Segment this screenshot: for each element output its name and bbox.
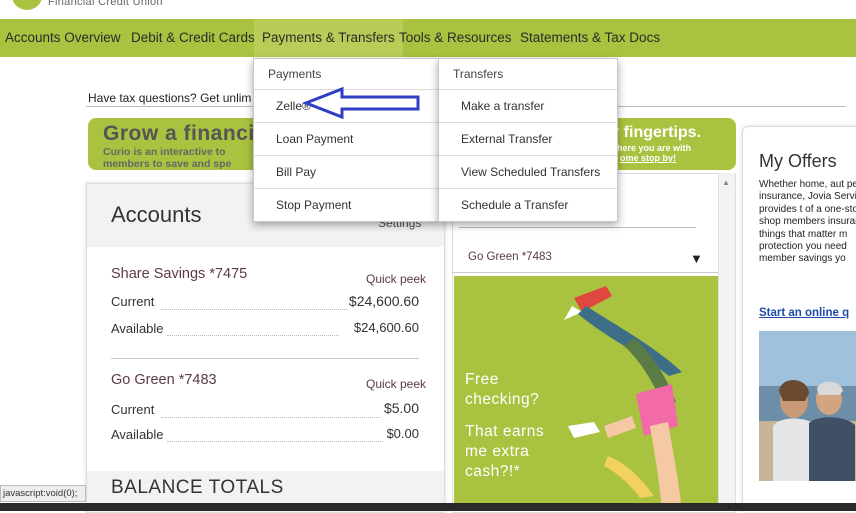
account-select-value: Go Green *7483	[468, 251, 552, 263]
promo-ad-free-checking[interactable]: Free checking? That earns me extra cash?…	[454, 276, 718, 511]
nav-payments-transfers[interactable]: Payments & Transfers	[254, 19, 403, 57]
nav-statements-tax-docs[interactable]: Statements & Tax Docs	[520, 19, 660, 57]
promo-subtitle: Curio is an interactive to members to sa…	[103, 146, 232, 170]
ad-line: That earns	[465, 423, 545, 440]
transfers-dropdown: Transfers Make a transfer External Trans…	[438, 58, 618, 222]
accounts-card: Accounts Settings Share Savings *7475 Qu…	[86, 183, 445, 513]
main-nav: Accounts Overview Debit & Credit Cards P…	[0, 19, 856, 57]
tax-banner[interactable]: Have tax questions? Get unlim	[88, 91, 251, 105]
accounts-title: Accounts	[111, 202, 202, 227]
dot-leader	[167, 334, 339, 336]
my-offers-text: Whether home, aut pet insurance, Jovia S…	[759, 179, 856, 265]
promo-title: Grow a financial	[103, 122, 274, 145]
ad-line: me extra	[465, 443, 530, 460]
menu-item-external-transfer[interactable]: External Transfer	[439, 123, 617, 156]
logo[interactable]	[12, 0, 42, 10]
nav-accounts-overview[interactable]: Accounts Overview	[5, 19, 121, 57]
ad-line: Free	[465, 371, 499, 388]
account-select[interactable]: Go Green *7483 ▼	[452, 244, 718, 273]
transfers-header: Transfers	[439, 59, 617, 90]
menu-item-loan-payment[interactable]: Loan Payment	[254, 123, 438, 156]
ad-line: checking?	[465, 391, 540, 408]
menu-item-stop-payment[interactable]: Stop Payment	[254, 189, 438, 221]
menu-item-view-scheduled-transfers[interactable]: View Scheduled Transfers	[439, 156, 617, 189]
balance-totals-title: BALANCE TOTALS	[111, 477, 284, 498]
available-label: Available	[111, 427, 164, 442]
current-label: Current	[111, 294, 155, 309]
taskbar	[0, 503, 856, 511]
account-name-share-savings[interactable]: Share Savings *7475	[111, 266, 247, 282]
scroll-up-icon[interactable]: ▲	[722, 178, 730, 187]
quick-peek-link[interactable]: Quick peek	[366, 272, 426, 286]
my-offers-title: My Offers	[759, 151, 837, 171]
available-label: Available	[111, 321, 164, 336]
status-bar-url: javascript:void(0);	[0, 485, 86, 502]
dot-leader	[161, 416, 381, 418]
divider	[111, 358, 419, 359]
account-name-go-green[interactable]: Go Green *7483	[111, 372, 217, 388]
annotation-arrow-icon	[301, 86, 420, 120]
ad-line: cash?!*	[465, 463, 521, 480]
scrollbar[interactable]	[718, 173, 735, 511]
caret-down-icon: ▼	[690, 251, 703, 266]
nav-debit-credit-cards[interactable]: Debit & Credit Cards	[131, 19, 255, 57]
start-online-quote-link[interactable]: Start an online q	[759, 307, 849, 319]
available-balance: $24,600.60	[353, 320, 419, 335]
current-label: Current	[111, 402, 155, 417]
divider	[459, 227, 696, 228]
payments-dropdown: Payments Zelle® Loan Payment Bill Pay St…	[253, 58, 439, 222]
my-offers-panel: My Offers Whether home, aut pet insuranc…	[742, 126, 856, 512]
menu-item-bill-pay[interactable]: Bill Pay	[254, 156, 438, 189]
promo-right-title: r fingertips.	[613, 124, 702, 141]
menu-item-make-transfer[interactable]: Make a transfer	[439, 90, 617, 123]
couple-photo	[759, 331, 856, 481]
nav-tools-resources[interactable]: Tools & Resources	[399, 19, 512, 57]
current-balance: $24,600.60	[348, 293, 419, 309]
promo-right-sub: where you are with	[610, 143, 692, 153]
available-balance: $0.00	[386, 426, 419, 441]
quick-peek-link[interactable]: Quick peek	[366, 377, 426, 391]
promo-right-link[interactable]: ome stop by!	[620, 153, 676, 163]
current-balance: $5.00	[383, 400, 419, 416]
menu-item-schedule-transfer[interactable]: Schedule a Transfer	[439, 189, 617, 221]
logo-text: Financial Credit Union	[48, 0, 163, 8]
